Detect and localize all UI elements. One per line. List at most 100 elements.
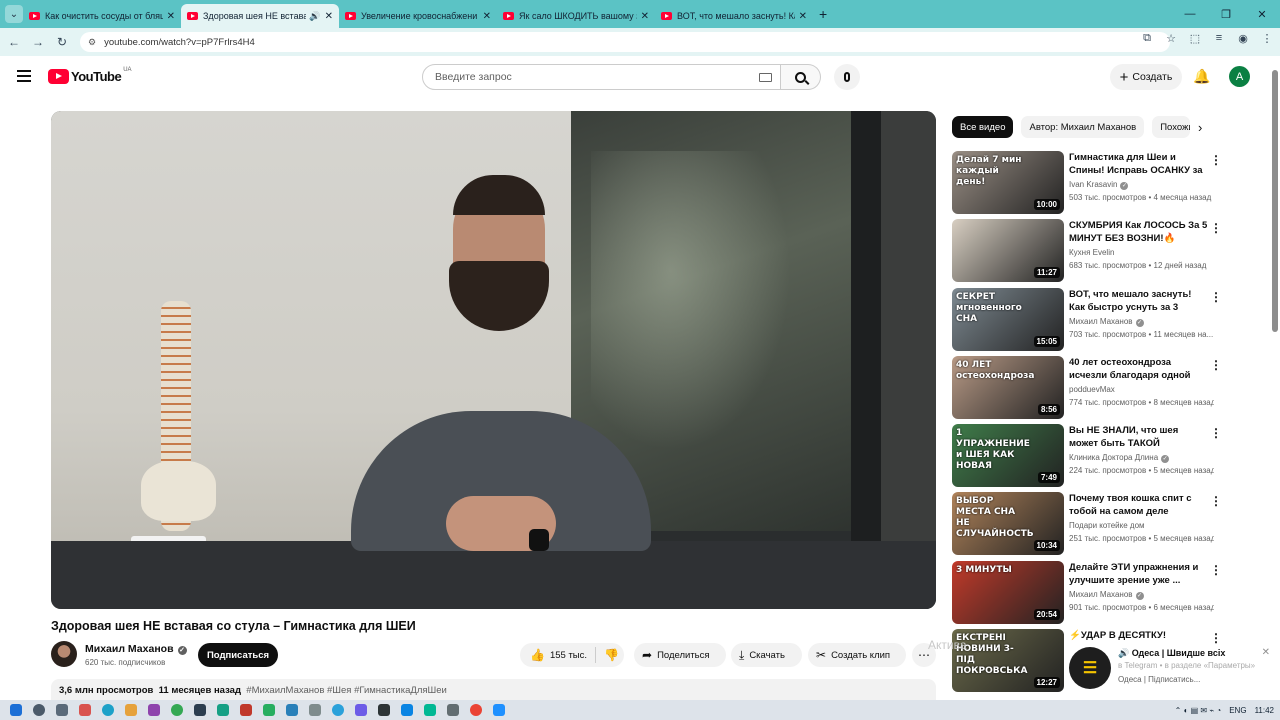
app-icon[interactable] <box>286 704 298 716</box>
recommended-channel[interactable]: Михаил Маханов ✓ <box>1069 590 1144 600</box>
browser-tab[interactable]: Здоровая шея НЕ вставая 🔊 ✕ <box>181 4 339 28</box>
download-button[interactable]: ⤓ Скачать <box>731 643 802 667</box>
profile-icon[interactable]: ◉ <box>1236 32 1250 45</box>
recommended-title[interactable]: Почему твоя кошка спит с тобой на самом … <box>1069 492 1209 518</box>
browser-tab[interactable]: Увеличение кровоснабжени ✕ <box>339 4 497 28</box>
app-icon[interactable] <box>447 704 459 716</box>
recommended-title[interactable]: СКУМБРИЯ Как ЛОСОСЬ За 5 МИНУТ БЕЗ ВОЗНИ… <box>1069 219 1209 245</box>
recommended-video[interactable]: 1 УПРАЖНЕНИЕ и ШЕЯ КАК НОВАЯ 7:49 Вы НЕ ЗН… <box>952 424 1262 488</box>
tray-icons[interactable]: ⌃ ◐ ▤ ✉ ⌁ ◔ <box>1175 706 1222 715</box>
video-thumbnail[interactable]: ЕКСТРЕНІ НОВИНИ 3-ПІД ПОКРОВСЬКА 12:27 <box>952 629 1064 692</box>
dislike-button[interactable]: 👎 <box>596 648 624 662</box>
recommended-channel[interactable]: Ivan Krasavin ✓ <box>1069 180 1129 190</box>
back-button[interactable]: ← <box>2 35 26 49</box>
search-icon[interactable] <box>33 704 45 716</box>
recommended-video[interactable]: 40 ЛЕТ остеохондроза 8:56 40 лет остеохонд… <box>952 356 1262 420</box>
video-thumbnail[interactable]: ВЫБОР МЕСТА СНА НЕ СЛУЧАЙНОСТЬ 10:34 <box>952 492 1064 555</box>
minimize-button[interactable]: — <box>1172 8 1208 20</box>
recommended-video[interactable]: 3 МИНУТЫ 20:54 Делайте ЭТИ упражнения и ул… <box>952 561 1262 625</box>
bookmark-star-icon[interactable]: ☆ <box>1164 32 1178 45</box>
more-options-icon[interactable]: ⋮ <box>1210 494 1222 508</box>
subscribe-button[interactable]: Подписаться <box>198 643 278 667</box>
more-options-icon[interactable]: ⋮ <box>1210 153 1222 167</box>
app-icon[interactable] <box>355 704 367 716</box>
clip-button[interactable]: ✂ Создать клип <box>808 643 906 667</box>
recommended-channel[interactable]: Подари котейке дом <box>1069 521 1145 530</box>
recommended-video[interactable]: 11:27 СКУМБРИЯ Как ЛОСОСЬ За 5 МИНУТ БЕЗ … <box>952 219 1262 283</box>
recommended-title[interactable]: ВОТ, что мешало заснуть! Как быстро усну… <box>1069 288 1209 315</box>
app-icon[interactable] <box>378 704 390 716</box>
menu-icon[interactable] <box>17 70 31 82</box>
app-icon[interactable] <box>309 704 321 716</box>
maximize-button[interactable]: ❐ <box>1208 8 1244 21</box>
task-view-icon[interactable] <box>56 704 68 716</box>
chip-all-videos[interactable]: Все видео <box>952 116 1014 138</box>
close-window-button[interactable]: ✕ <box>1244 8 1280 21</box>
close-tab-icon[interactable]: ✕ <box>325 11 333 22</box>
url-field[interactable]: ⚙ youtube.com/watch?v=pP7Frlrs4H4 <box>80 32 1170 52</box>
app-icon[interactable] <box>217 704 229 716</box>
chevron-right-icon[interactable]: › <box>1198 120 1202 135</box>
recommended-video[interactable]: ВЫБОР МЕСТА СНА НЕ СЛУЧАЙНОСТЬ 10:34 Почем… <box>952 492 1262 556</box>
site-info-icon[interactable]: ⚙ <box>88 37 96 48</box>
recommended-title[interactable]: ⚡УДАР В ДЕСЯТКУ! <box>1069 629 1209 642</box>
recommended-title[interactable]: Гимнастика для Шеи и Спины! Исправь ОСАН… <box>1069 151 1209 178</box>
new-tab-button[interactable]: + <box>819 6 827 22</box>
chip-similar[interactable]: Похожие <box>1152 116 1191 138</box>
app-icon[interactable] <box>194 704 206 716</box>
telegram-icon[interactable] <box>332 704 344 716</box>
close-tab-icon[interactable]: ✕ <box>483 11 491 22</box>
notification-toast[interactable]: ☰ 🔊 Одеса | Швидше всіх в Telegram • в р… <box>1066 645 1280 695</box>
recommended-video[interactable]: Делай 7 мин каждый день! 10:00 Гимнастика … <box>952 151 1262 215</box>
page-scrollbar[interactable] <box>1272 70 1278 332</box>
recommended-title[interactable]: Делайте ЭТИ упражнения и улучшите зрение… <box>1069 561 1209 587</box>
search-input[interactable]: Введите запрос <box>422 64 781 90</box>
browser-menu-icon[interactable]: ⋮ <box>1260 32 1274 45</box>
recommended-video[interactable]: СЕКРЕТ мгновенного СНА 15:05 ВОТ, что меша… <box>952 288 1262 352</box>
video-thumbnail[interactable]: 11:27 <box>952 219 1064 282</box>
channel-name[interactable]: Михаил Маханов ✓ <box>85 643 187 655</box>
more-options-icon[interactable]: ⋮ <box>1210 221 1222 235</box>
app-icon[interactable] <box>240 704 252 716</box>
cast-icon[interactable]: ⧉ <box>1140 32 1154 45</box>
close-icon[interactable]: ✕ <box>1262 647 1270 658</box>
account-avatar[interactable]: A <box>1229 66 1250 87</box>
reading-list-icon[interactable]: ≡ <box>1212 32 1226 45</box>
youtube-logo[interactable]: YouTube UA <box>48 67 132 84</box>
channel-avatar[interactable] <box>51 641 77 667</box>
video-thumbnail[interactable]: 1 УПРАЖНЕНИЕ и ШЕЯ КАК НОВАЯ 7:49 <box>952 424 1064 487</box>
language-indicator[interactable]: ENG <box>1229 706 1246 715</box>
create-button[interactable]: + Создать <box>1110 64 1182 90</box>
app-icon[interactable] <box>79 704 91 716</box>
browser-tab[interactable]: Як сало ШКОДИТЬ вашому зд ✕ <box>497 4 655 28</box>
share-button[interactable]: ➦ Поделиться <box>634 643 726 667</box>
edge-icon[interactable] <box>102 704 114 716</box>
recommended-channel[interactable]: Михаил Маханов ✓ <box>1069 317 1144 327</box>
keyboard-icon[interactable] <box>759 73 772 82</box>
hashtags[interactable]: #МихаилМаханов #Шея #ГимнастикаДляШеи <box>246 685 447 696</box>
chip-by-author[interactable]: Автор: Михаил Маханов <box>1021 116 1145 138</box>
start-icon[interactable] <box>10 704 22 716</box>
tab-search-button[interactable]: ⌄ <box>5 5 23 23</box>
app-icon[interactable] <box>263 704 275 716</box>
video-thumbnail[interactable]: Делай 7 мин каждый день! 10:00 <box>952 151 1064 214</box>
close-tab-icon[interactable]: ✕ <box>167 11 175 22</box>
notifications-bell-icon[interactable]: 🔔 <box>1193 68 1210 84</box>
extensions-icon[interactable]: ⬚ <box>1188 32 1202 45</box>
app-icon[interactable] <box>148 704 160 716</box>
chrome-icon[interactable] <box>171 704 183 716</box>
clock[interactable]: 11:42 <box>1255 706 1274 715</box>
video-thumbnail[interactable]: 40 ЛЕТ остеохондроза 8:56 <box>952 356 1064 419</box>
close-tab-icon[interactable]: ✕ <box>799 11 807 22</box>
more-options-icon[interactable]: ⋮ <box>1210 631 1222 645</box>
voice-search-button[interactable] <box>834 64 860 90</box>
video-thumbnail[interactable]: СЕКРЕТ мгновенного СНА 15:05 <box>952 288 1064 351</box>
recommended-channel[interactable]: podduevMax <box>1069 385 1115 394</box>
app-icon[interactable] <box>125 704 137 716</box>
more-options-icon[interactable]: ⋮ <box>1210 358 1222 372</box>
reload-button[interactable]: ↻ <box>50 35 74 49</box>
app-icon[interactable] <box>424 704 436 716</box>
forward-button[interactable]: → <box>26 35 50 49</box>
recommended-channel[interactable]: Кухня Evelin <box>1069 248 1114 257</box>
video-player[interactable] <box>51 111 936 609</box>
